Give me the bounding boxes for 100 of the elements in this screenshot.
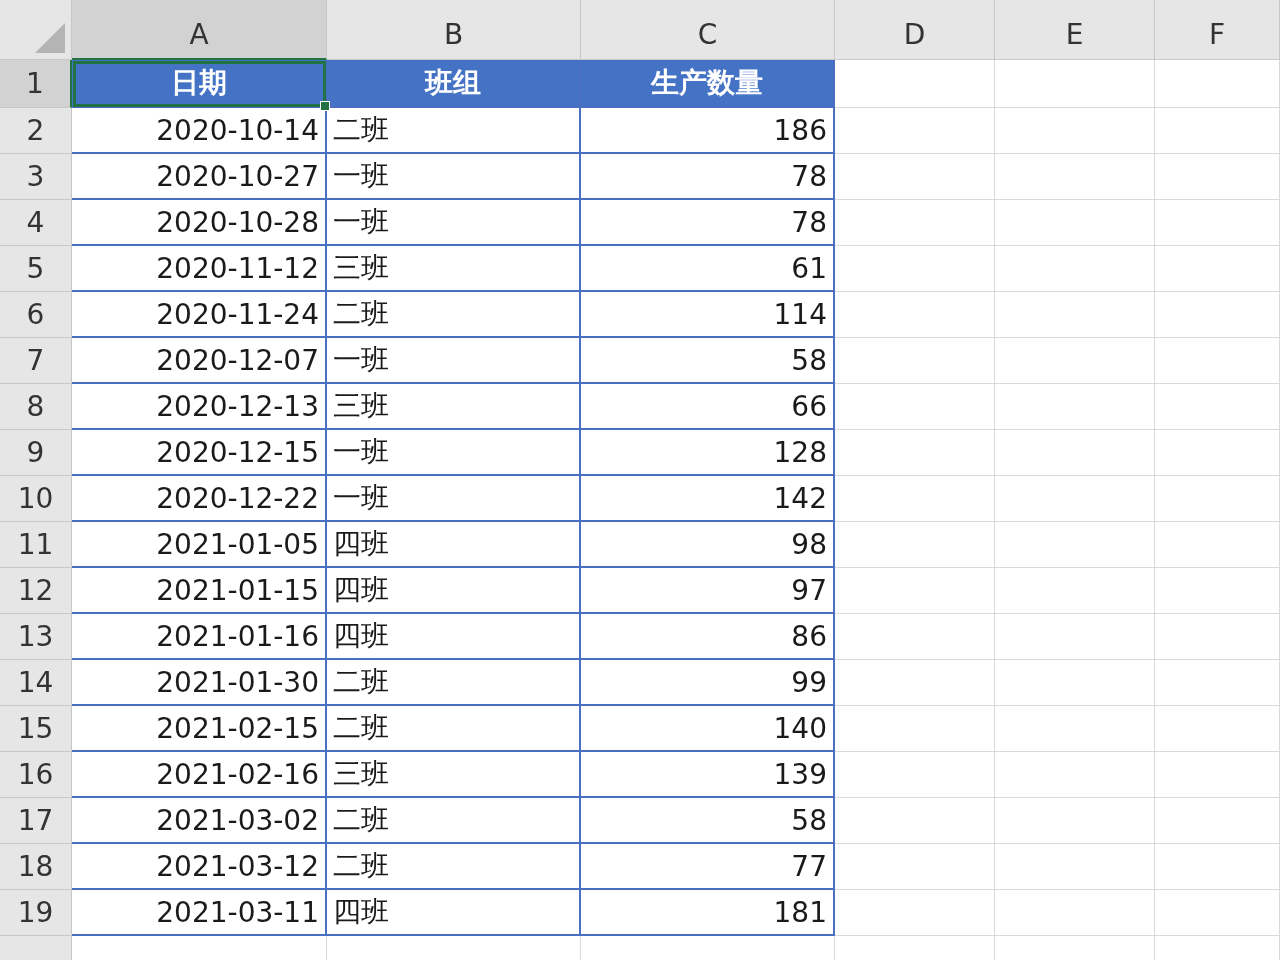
column-header[interactable]: D <box>835 0 995 60</box>
row-header[interactable]: 10 <box>0 476 72 522</box>
table-cell[interactable]: 140 <box>581 706 835 752</box>
row-header[interactable]: 17 <box>0 798 72 844</box>
empty-cell[interactable] <box>1155 476 1280 522</box>
empty-cell[interactable] <box>835 430 995 476</box>
row-header[interactable]: 4 <box>0 200 72 246</box>
empty-cell[interactable] <box>1155 568 1280 614</box>
table-cell[interactable]: 三班 <box>327 752 581 798</box>
empty-cell[interactable] <box>835 660 995 706</box>
row-header[interactable]: 7 <box>0 338 72 384</box>
table-cell[interactable]: 97 <box>581 568 835 614</box>
row-header[interactable]: 1 <box>0 60 72 108</box>
table-cell[interactable]: 139 <box>581 752 835 798</box>
table-cell[interactable]: 61 <box>581 246 835 292</box>
table-cell[interactable]: 二班 <box>327 844 581 890</box>
table-cell[interactable]: 二班 <box>327 292 581 338</box>
empty-cell[interactable] <box>1155 292 1280 338</box>
table-cell[interactable]: 128 <box>581 430 835 476</box>
row-header[interactable]: 8 <box>0 384 72 430</box>
table-cell[interactable]: 二班 <box>327 706 581 752</box>
table-cell[interactable]: 2020-11-12 <box>72 246 327 292</box>
row-header[interactable]: 2 <box>0 108 72 154</box>
empty-cell[interactable] <box>835 614 995 660</box>
header-cell[interactable]: 班组 <box>327 60 581 108</box>
table-cell[interactable]: 2021-01-15 <box>72 568 327 614</box>
empty-cell[interactable] <box>1155 752 1280 798</box>
column-header[interactable]: A <box>72 0 327 60</box>
empty-cell[interactable] <box>835 108 995 154</box>
empty-cell[interactable] <box>1155 430 1280 476</box>
table-cell[interactable]: 2020-10-27 <box>72 154 327 200</box>
table-cell[interactable]: 98 <box>581 522 835 568</box>
row-header[interactable]: 13 <box>0 614 72 660</box>
empty-cell[interactable] <box>995 660 1155 706</box>
fill-handle[interactable] <box>320 101 330 111</box>
empty-cell[interactable] <box>995 200 1155 246</box>
table-cell[interactable]: 114 <box>581 292 835 338</box>
empty-cell[interactable] <box>995 752 1155 798</box>
empty-cell[interactable] <box>995 246 1155 292</box>
empty-cell[interactable] <box>1155 246 1280 292</box>
column-header[interactable]: C <box>581 0 835 60</box>
column-header[interactable]: B <box>327 0 581 60</box>
table-cell[interactable]: 2020-12-15 <box>72 430 327 476</box>
table-cell[interactable]: 二班 <box>327 108 581 154</box>
table-cell[interactable]: 二班 <box>327 798 581 844</box>
empty-cell[interactable] <box>1155 844 1280 890</box>
empty-cell[interactable] <box>1155 60 1280 108</box>
table-cell[interactable]: 一班 <box>327 430 581 476</box>
empty-cell[interactable] <box>995 568 1155 614</box>
table-cell[interactable]: 2020-12-13 <box>72 384 327 430</box>
row-header[interactable]: 11 <box>0 522 72 568</box>
empty-cell[interactable] <box>835 292 995 338</box>
table-cell[interactable]: 2021-03-11 <box>72 890 327 936</box>
empty-cell[interactable] <box>835 384 995 430</box>
empty-cell[interactable] <box>1155 798 1280 844</box>
empty-cell[interactable] <box>995 890 1155 936</box>
table-cell[interactable]: 77 <box>581 844 835 890</box>
empty-cell[interactable] <box>995 844 1155 890</box>
empty-cell[interactable] <box>995 430 1155 476</box>
empty-cell[interactable] <box>835 706 995 752</box>
header-cell[interactable]: 日期 <box>72 60 327 108</box>
empty-cell[interactable] <box>995 476 1155 522</box>
row-header[interactable]: 15 <box>0 706 72 752</box>
table-cell[interactable]: 2021-03-12 <box>72 844 327 890</box>
table-cell[interactable]: 一班 <box>327 154 581 200</box>
empty-cell[interactable] <box>1155 154 1280 200</box>
table-cell[interactable]: 66 <box>581 384 835 430</box>
empty-cell[interactable] <box>995 798 1155 844</box>
table-cell[interactable]: 2020-12-07 <box>72 338 327 384</box>
table-cell[interactable]: 78 <box>581 154 835 200</box>
empty-cell[interactable] <box>1155 338 1280 384</box>
table-cell[interactable]: 2021-01-30 <box>72 660 327 706</box>
empty-cell[interactable] <box>835 154 995 200</box>
empty-cell[interactable] <box>1155 890 1280 936</box>
empty-cell[interactable] <box>995 522 1155 568</box>
empty-cell[interactable] <box>835 200 995 246</box>
row-header[interactable] <box>0 936 72 960</box>
empty-cell[interactable] <box>1155 200 1280 246</box>
row-header[interactable]: 3 <box>0 154 72 200</box>
empty-cell[interactable] <box>835 844 995 890</box>
empty-cell[interactable] <box>1155 108 1280 154</box>
empty-cell[interactable] <box>1155 660 1280 706</box>
table-cell[interactable]: 2021-02-16 <box>72 752 327 798</box>
empty-cell[interactable] <box>835 752 995 798</box>
table-cell[interactable]: 四班 <box>327 522 581 568</box>
empty-cell[interactable] <box>835 246 995 292</box>
table-cell[interactable]: 186 <box>581 108 835 154</box>
empty-cell[interactable] <box>995 384 1155 430</box>
empty-cell[interactable] <box>835 522 995 568</box>
empty-cell[interactable] <box>995 338 1155 384</box>
table-cell[interactable]: 二班 <box>327 660 581 706</box>
empty-cell[interactable] <box>1155 522 1280 568</box>
empty-cell[interactable] <box>995 108 1155 154</box>
empty-cell[interactable] <box>995 706 1155 752</box>
table-cell[interactable]: 2020-11-24 <box>72 292 327 338</box>
row-header[interactable]: 9 <box>0 430 72 476</box>
table-cell[interactable]: 2020-10-14 <box>72 108 327 154</box>
table-cell[interactable]: 142 <box>581 476 835 522</box>
table-cell[interactable]: 2021-01-16 <box>72 614 327 660</box>
row-header[interactable]: 6 <box>0 292 72 338</box>
